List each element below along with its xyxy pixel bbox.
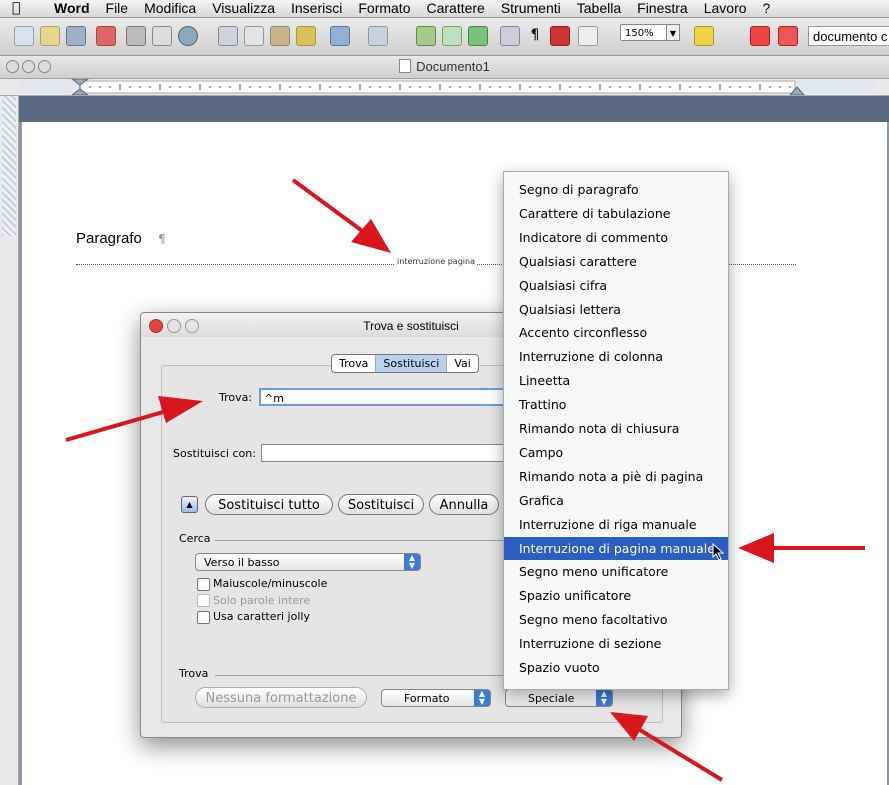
annotation-arrows (65, 178, 865, 782)
